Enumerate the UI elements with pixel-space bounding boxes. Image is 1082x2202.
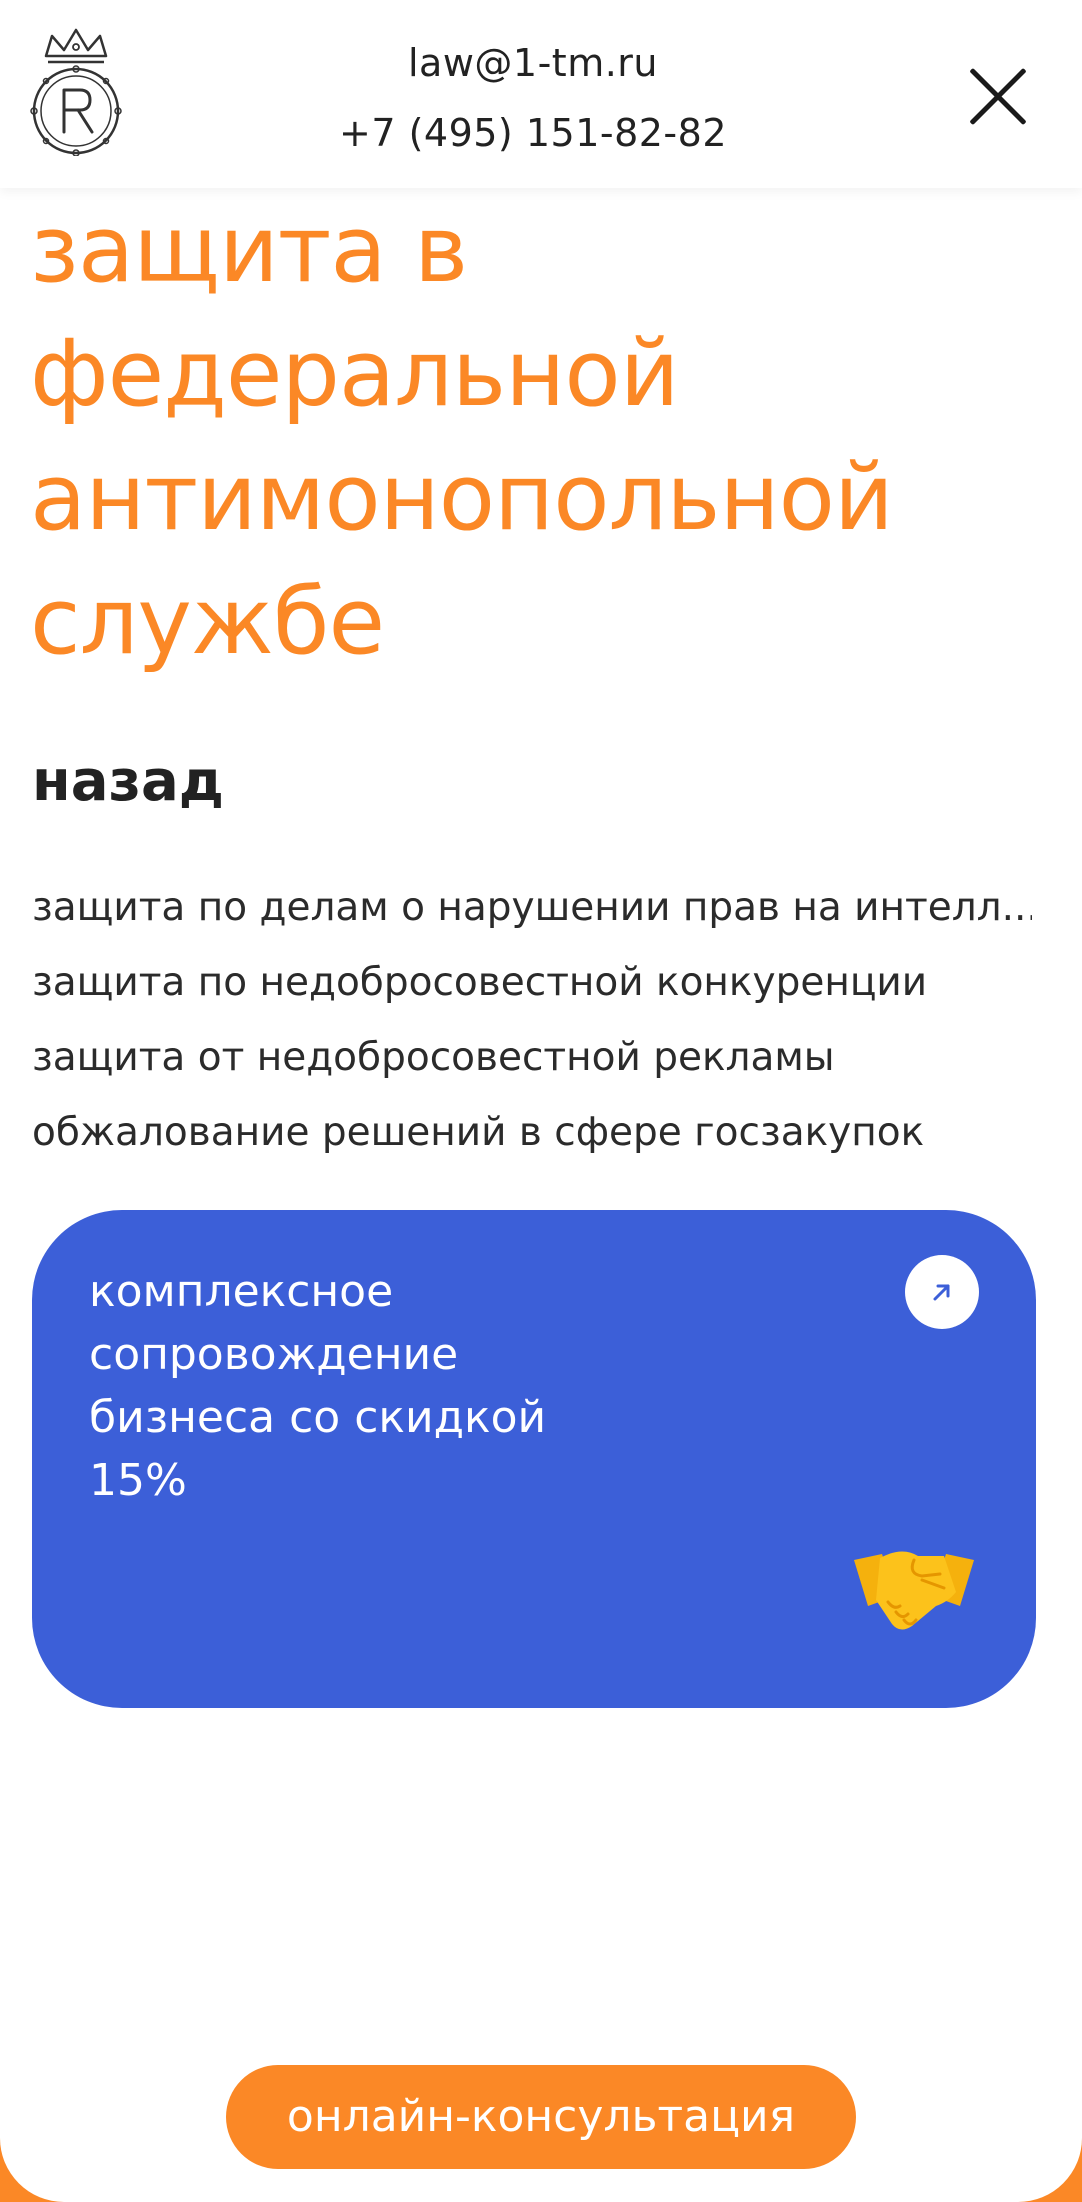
- promo-text: комплексное сопровождение бизнеса со ски…: [89, 1260, 649, 1512]
- phone-link[interactable]: +7 (495) 151-82-82: [300, 98, 766, 168]
- handshake-icon: [852, 1540, 976, 1636]
- promo-line: 15%: [89, 1455, 187, 1506]
- online-consultation-button[interactable]: онлайн-консультация: [226, 2065, 856, 2169]
- page-title-line: федеральной: [30, 320, 680, 427]
- page-title-line: службе: [30, 568, 385, 675]
- promo-line: комплексное: [89, 1266, 394, 1317]
- promo-line: бизнеса со скидкой: [89, 1392, 547, 1443]
- menu-item-unfair-advertising[interactable]: защита от недобросовестной рекламы: [32, 1020, 1032, 1095]
- page-title-line: защита в: [30, 196, 468, 303]
- page-title: защита в федеральной антимонопольной слу…: [30, 188, 1050, 684]
- header: law@1-tm.ru +7 (495) 151-82-82: [0, 0, 1082, 188]
- promo-line: сопровождение: [89, 1329, 459, 1380]
- brand-logo[interactable]: [30, 28, 122, 157]
- menu-item-ip-rights-defense[interactable]: защита по делам о нарушении прав на инте…: [32, 870, 1032, 945]
- page-title-line: антимонопольной: [30, 444, 894, 551]
- contacts: law@1-tm.ru +7 (495) 151-82-82: [300, 28, 766, 168]
- menu-item-unfair-competition[interactable]: защита по недобросовестной конкуренции: [32, 945, 1032, 1020]
- back-link[interactable]: назад: [32, 745, 224, 819]
- promo-card[interactable]: комплексное сопровождение бизнеса со ски…: [32, 1210, 1036, 1708]
- submenu-list: защита по делам о нарушении прав на инте…: [32, 870, 1032, 1170]
- menu-sheet: law@1-tm.ru +7 (495) 151-82-82 защита в …: [0, 0, 1082, 2202]
- arrow-up-right-icon[interactable]: [905, 1255, 979, 1329]
- email-link[interactable]: law@1-tm.ru: [300, 28, 766, 98]
- menu-item-procurement-appeal[interactable]: обжалование решений в сфере госзакупок: [32, 1095, 1032, 1170]
- close-menu-button[interactable]: [958, 56, 1038, 136]
